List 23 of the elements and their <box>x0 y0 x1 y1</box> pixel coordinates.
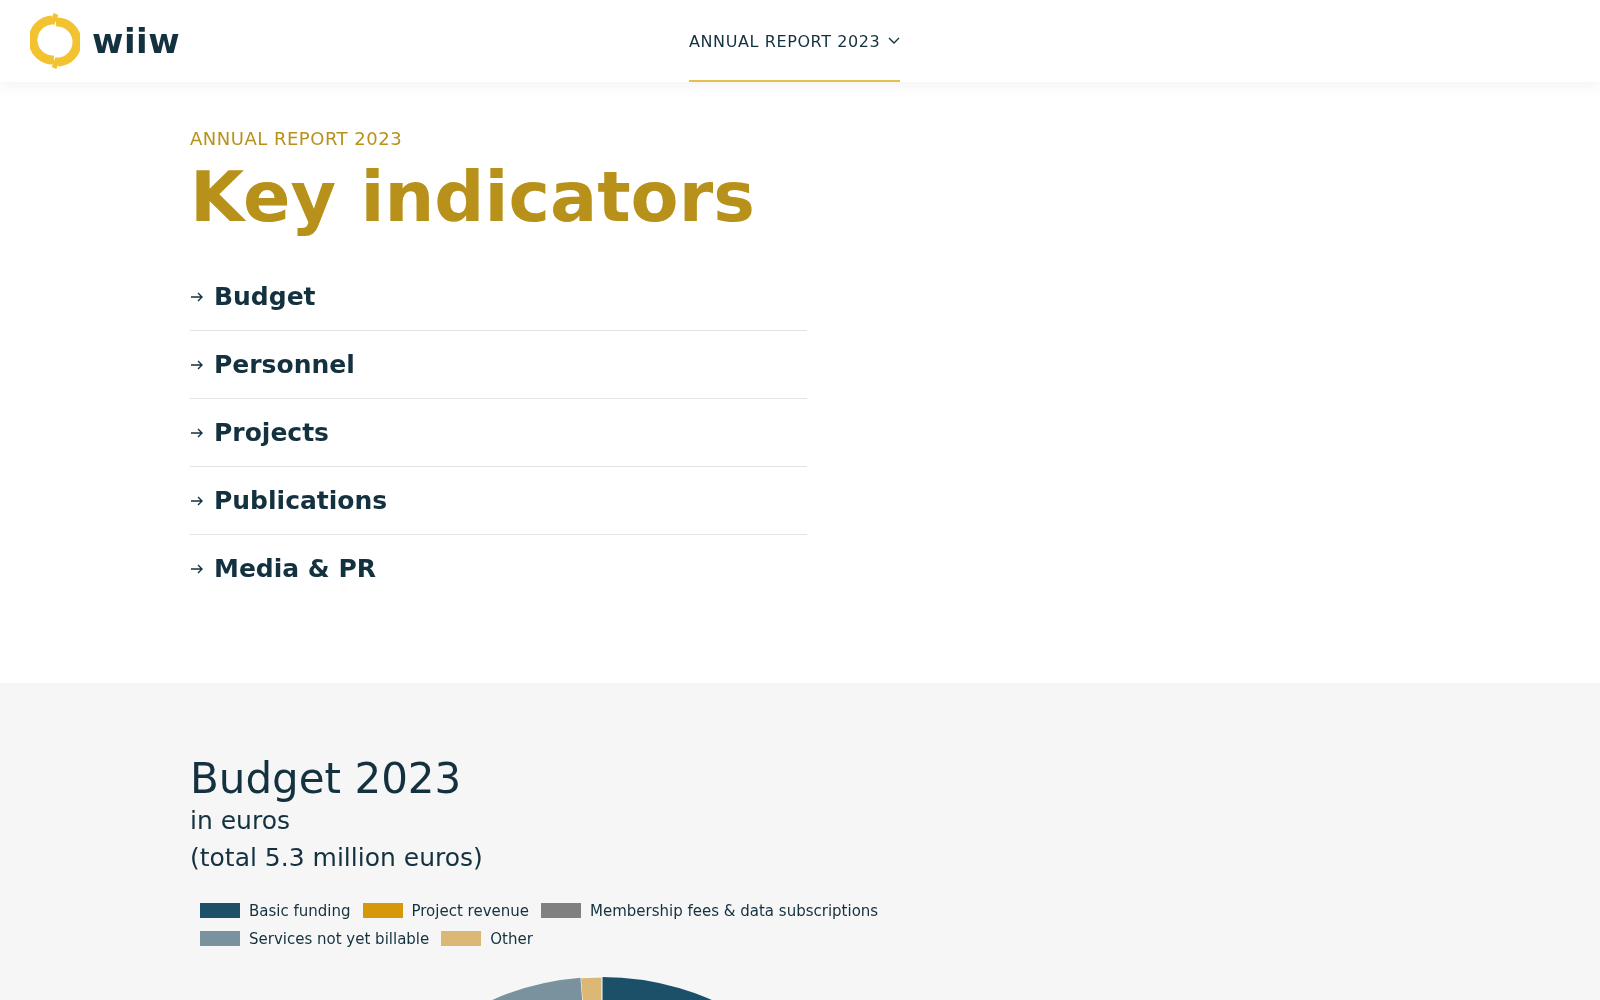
section-link[interactable]: Publications <box>190 467 807 535</box>
arrow-icon <box>190 290 204 303</box>
section-link[interactable]: Media & PR <box>190 535 807 603</box>
chevron-down-icon <box>888 37 901 45</box>
section-title: Budget 2023 <box>190 755 463 804</box>
arrow-icon <box>190 562 204 575</box>
eyebrow-text: ANNUAL REPORT 2023 <box>190 128 404 149</box>
section-subtitle: in euros <box>190 805 291 838</box>
page-title: Key indicators <box>190 155 756 239</box>
arrow-icon <box>190 358 204 371</box>
logo-icon[interactable] <box>30 12 80 70</box>
arrow-icon <box>190 426 204 439</box>
section-link[interactable]: Personnel <box>190 331 807 399</box>
legend-label: Project revenue <box>411 901 529 920</box>
legend-label: Services not yet billable <box>249 929 430 948</box>
section-link[interactable]: Projects <box>190 399 807 467</box>
total-note: (total 5.3 million euros) <box>190 841 484 874</box>
logo-text: wiiw <box>92 21 181 61</box>
legend-label: Other <box>490 929 533 948</box>
section-link[interactable]: Budget <box>190 263 807 331</box>
arrow-icon <box>190 494 204 507</box>
legend-label: Membership fees & data subscriptions <box>590 901 879 920</box>
legend-label: Basic funding <box>249 901 351 920</box>
